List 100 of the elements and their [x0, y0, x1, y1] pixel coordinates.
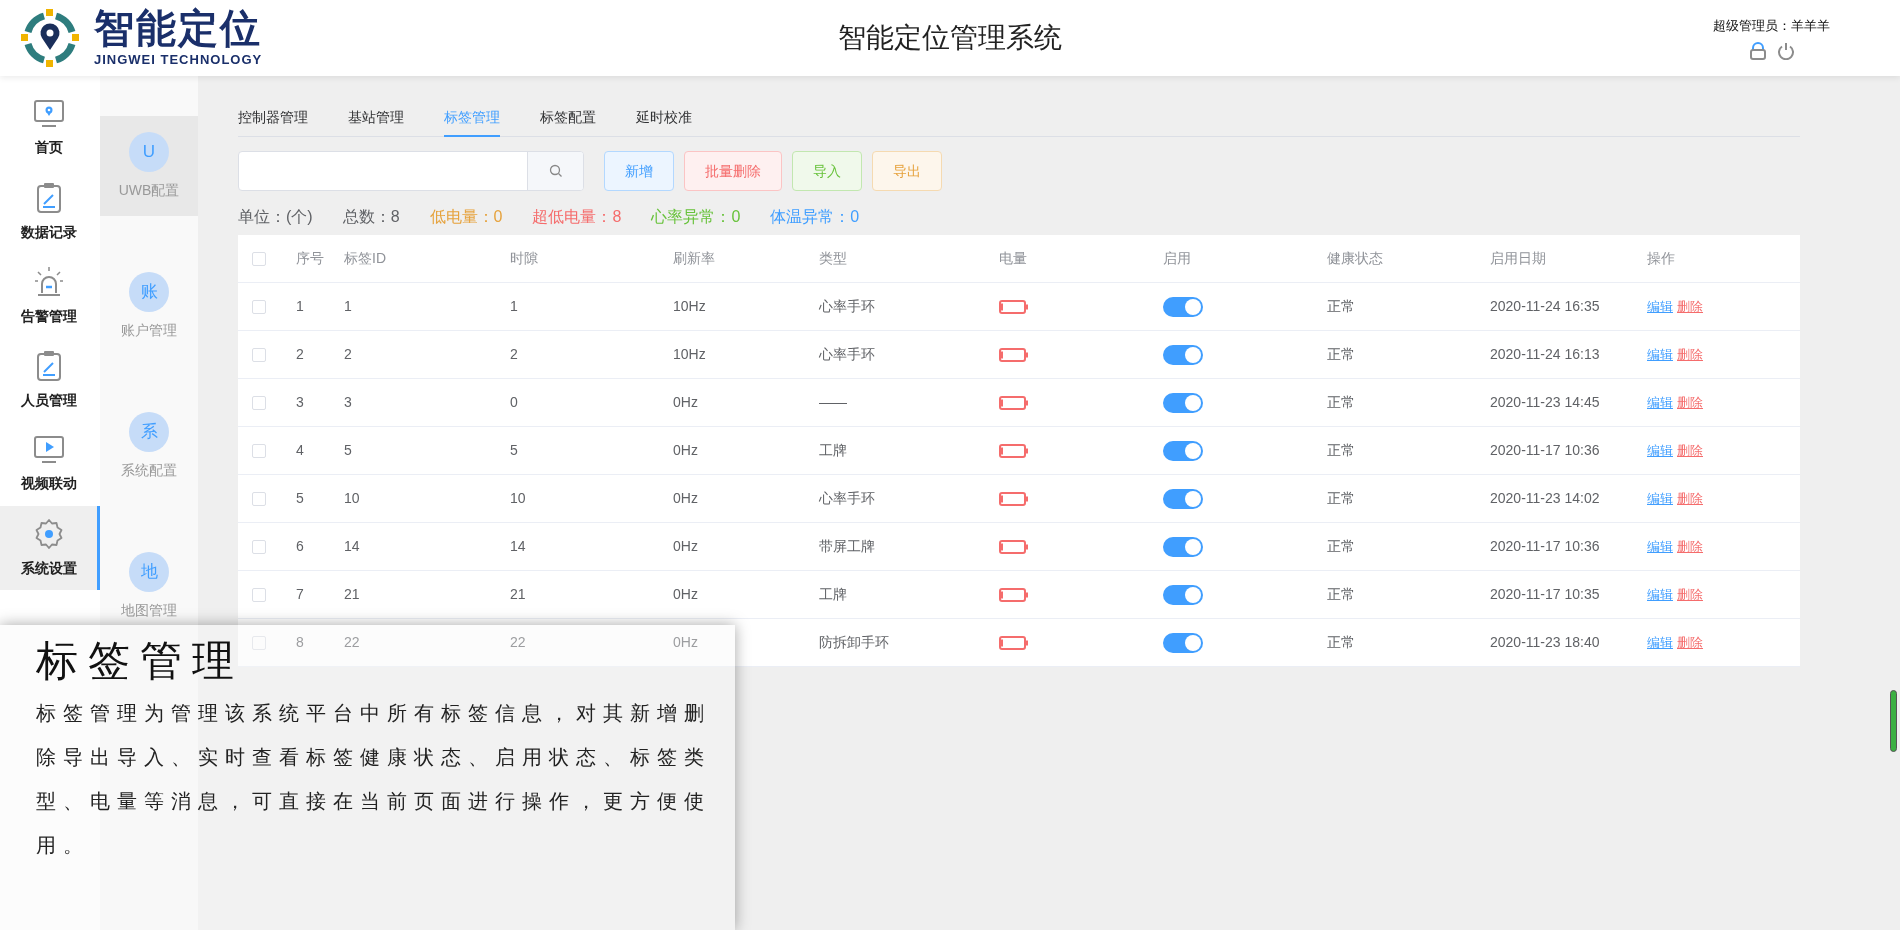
table-cell-text: 0 — [510, 393, 518, 412]
table-cell-text: 心率手环 — [819, 297, 875, 316]
logo-icon — [20, 8, 80, 68]
table-cell-text: 21 — [344, 585, 360, 604]
search-button[interactable] — [527, 152, 583, 190]
delete-link[interactable]: 删除 — [1677, 392, 1703, 413]
table-cell-text: 6 — [296, 537, 304, 556]
delete-link[interactable]: 删除 — [1677, 488, 1703, 509]
tab[interactable]: 标签配置 — [540, 100, 596, 137]
edit-link[interactable]: 编辑 — [1647, 536, 1673, 557]
tab[interactable]: 延时校准 — [636, 100, 692, 137]
table-cell-text: 2 — [510, 345, 518, 364]
checkbox[interactable] — [252, 587, 266, 602]
action-button[interactable]: 导入 — [792, 151, 862, 191]
delete-link[interactable]: 删除 — [1677, 536, 1703, 557]
table-cell-text: 正常 — [1327, 297, 1355, 316]
table-cell-text: 正常 — [1327, 537, 1355, 556]
table-cell-text: 正常 — [1327, 489, 1355, 508]
table-cell-text: 正常 — [1327, 441, 1355, 460]
logo-title: 智能定位 — [94, 6, 263, 51]
toggle-switch[interactable] — [1163, 296, 1203, 317]
checkbox[interactable] — [252, 539, 266, 554]
edit-link[interactable]: 编辑 — [1647, 440, 1673, 461]
stat-text: 单位：(个) — [238, 207, 313, 227]
toggle-switch[interactable] — [1163, 488, 1203, 509]
toggle-switch[interactable] — [1163, 536, 1203, 557]
column-header: 电量 — [999, 249, 1027, 268]
checkbox[interactable] — [252, 299, 266, 314]
scrollbar-thumb[interactable] — [1890, 690, 1897, 752]
toggle-switch[interactable] — [1163, 392, 1203, 413]
edit-link[interactable]: 编辑 — [1647, 392, 1673, 413]
nav-item[interactable]: 告警管理 — [0, 254, 100, 338]
delete-link[interactable]: 删除 — [1677, 344, 1703, 365]
checkbox[interactable] — [252, 443, 266, 458]
delete-link[interactable]: 删除 — [1677, 584, 1703, 605]
column-header: 启用 — [1163, 249, 1191, 268]
table-cell-text: 10Hz — [673, 297, 706, 316]
table-cell-text: 2020-11-17 10:35 — [1490, 585, 1600, 604]
stat-text: 低电量：0 — [429, 207, 503, 227]
checkbox[interactable] — [252, 491, 266, 506]
delete-link[interactable]: 删除 — [1677, 632, 1703, 653]
user-info: 超级管理员：羊羊羊 — [1713, 17, 1830, 36]
stat-text: 总数：8 — [342, 207, 400, 227]
subnav-item[interactable]: 账 账户管理 — [100, 256, 198, 356]
table-cell-text: 2020-11-23 18:40 — [1490, 633, 1600, 652]
stat-text: 超低电量：8 — [532, 207, 622, 227]
edit-link[interactable]: 编辑 — [1647, 584, 1673, 605]
table-cell-text: —— — [819, 393, 847, 412]
nav-item[interactable]: 数据记录 — [0, 170, 100, 254]
tab[interactable]: 标签管理 — [444, 100, 500, 137]
table-cell-text: 1 — [296, 297, 304, 316]
edit-link[interactable]: 编辑 — [1647, 296, 1673, 317]
battery-icon — [999, 347, 1029, 362]
edit-link[interactable]: 编辑 — [1647, 632, 1673, 653]
table-cell-text: 工牌 — [819, 441, 847, 460]
column-header: 类型 — [819, 249, 847, 268]
alarm-light-icon — [32, 265, 65, 298]
subnav-item[interactable]: 系 系统配置 — [100, 396, 198, 496]
action-button[interactable]: 批量删除 — [684, 151, 782, 191]
toggle-switch[interactable] — [1163, 632, 1203, 653]
column-header: 刷新率 — [673, 249, 715, 268]
battery-icon — [999, 491, 1029, 506]
toggle-switch[interactable] — [1163, 344, 1203, 365]
checkbox[interactable] — [252, 347, 266, 362]
clipboard-icon — [35, 181, 62, 214]
tab[interactable]: 基站管理 — [348, 100, 404, 137]
checkbox[interactable] — [252, 251, 266, 266]
monitor-icon — [32, 98, 65, 129]
callout-text: 标签管理为管理该系统平台中所有标签信息，对其新增删除导出导入、实时查看标签健康状态、启用状态、标签类型、电量等消息，可直接在当前页面进行操作，更方便使用。 — [36, 701, 712, 858]
table-cell-text: 5 — [296, 489, 304, 508]
action-button[interactable]: 新增 — [604, 151, 674, 191]
battery-icon — [999, 299, 1029, 314]
table-cell-text: 5 — [510, 441, 518, 460]
tab[interactable]: 控制器管理 — [238, 100, 308, 137]
lock-icon[interactable] — [1748, 41, 1767, 60]
toggle-switch[interactable] — [1163, 440, 1203, 461]
subnav-item[interactable]: U UWB配置 — [100, 116, 198, 216]
table-cell-text: 2020-11-17 10:36 — [1490, 441, 1600, 460]
search-field[interactable] — [238, 151, 584, 191]
nav-item[interactable]: 视频联动 — [0, 422, 100, 506]
page-title: 智能定位管理系统 — [838, 21, 1062, 55]
edit-link[interactable]: 编辑 — [1647, 344, 1673, 365]
table-cell-text: 10Hz — [673, 345, 706, 364]
power-icon[interactable] — [1776, 41, 1795, 60]
action-button[interactable]: 导出 — [872, 151, 942, 191]
edit-link[interactable]: 编辑 — [1647, 488, 1673, 509]
battery-icon — [999, 395, 1029, 410]
delete-link[interactable]: 删除 — [1677, 440, 1703, 461]
table-cell-text: 正常 — [1327, 345, 1355, 364]
checkbox[interactable] — [252, 395, 266, 410]
subnav-item[interactable]: 地 地图管理 — [100, 536, 198, 636]
nav-item[interactable]: 首页 — [0, 86, 100, 170]
toggle-switch[interactable] — [1163, 584, 1203, 605]
delete-link[interactable]: 删除 — [1677, 296, 1703, 317]
nav-item[interactable]: 人员管理 — [0, 338, 100, 422]
menu-badge: U — [129, 131, 169, 172]
table-cell-text: 正常 — [1327, 585, 1355, 604]
table-cell-text: 心率手环 — [819, 345, 875, 364]
nav-item[interactable]: 系统设置 — [0, 506, 100, 590]
table-cell-text: 1 — [344, 297, 352, 316]
